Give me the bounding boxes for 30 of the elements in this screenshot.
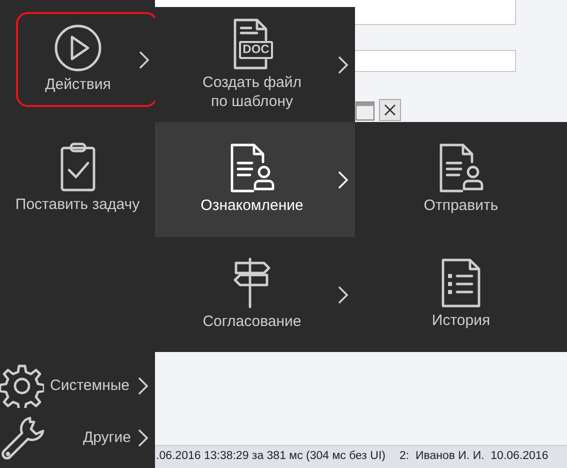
menu-item[interactable]: Согласование	[155, 237, 355, 352]
clear-button[interactable]	[379, 99, 401, 121]
menu-item[interactable]: Отправить	[355, 122, 567, 237]
menu-label: Отправить	[424, 197, 498, 216]
icon-label: DOC	[239, 40, 273, 59]
wrench-icon	[0, 415, 46, 461]
signpost-icon	[232, 257, 272, 310]
menu-tile[interactable]: Поставить задачу	[0, 137, 155, 219]
play-icon	[54, 24, 102, 72]
document-person-icon	[438, 143, 484, 194]
menu-item[interactable]: DOC Создать файл по шаблону	[155, 7, 355, 122]
menu-label: Поставить задачу	[15, 196, 140, 214]
calendar-icon[interactable]	[355, 99, 375, 121]
status-text: 2: Иванов И. И. 10.06.2016	[399, 449, 548, 464]
document-list-icon	[441, 258, 481, 308]
menu-label: Системные	[50, 376, 130, 396]
status-text: .06.2016 13:38:29 за 381 мс (304 мс без UI)	[156, 449, 386, 464]
menu-label: Ознакомление	[200, 197, 304, 216]
menu-label: Согласование	[202, 313, 302, 332]
menu-item[interactable]: Системные	[0, 364, 155, 408]
menu-item[interactable]: Другие	[0, 416, 155, 460]
menu-item[interactable]: Ознакомление	[155, 122, 355, 237]
menu-label: Создать файл по шаблону	[202, 74, 302, 112]
menu-item[interactable]: История	[355, 237, 567, 352]
menu-label: Действия	[45, 76, 111, 95]
clipboard-check-icon	[60, 142, 96, 192]
document-person-icon	[229, 143, 275, 194]
menu-label: Другие	[82, 428, 131, 448]
menu-label: История	[432, 312, 490, 331]
gear-icon	[0, 364, 44, 408]
